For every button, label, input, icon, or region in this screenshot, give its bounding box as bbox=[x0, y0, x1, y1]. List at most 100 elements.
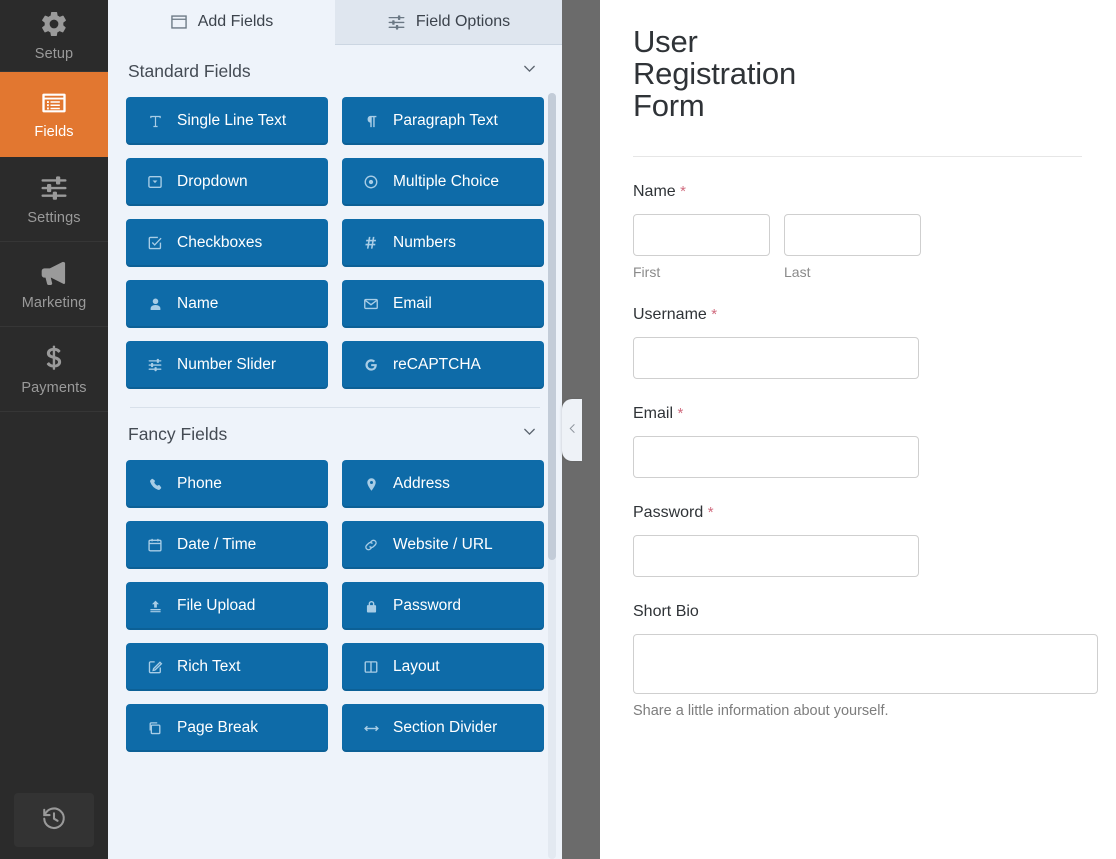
field-label: Email bbox=[393, 295, 432, 312]
required-marker: * bbox=[707, 503, 714, 521]
envelope-icon bbox=[362, 296, 380, 312]
field-button-page-break[interactable]: Page Break bbox=[126, 704, 328, 752]
short-bio-textarea[interactable] bbox=[633, 633, 1098, 694]
field-button-address[interactable]: Address bbox=[342, 460, 544, 508]
field-label: Section Divider bbox=[393, 719, 498, 736]
field-button-date-time[interactable]: Date / Time bbox=[126, 521, 328, 569]
section-header-standard-fields[interactable]: Standard Fields bbox=[126, 45, 544, 97]
sidebar-item-label: Fields bbox=[34, 123, 74, 140]
field-button-dropdown[interactable]: Dropdown bbox=[126, 158, 328, 206]
field-label: Rich Text bbox=[177, 658, 241, 675]
pencil-square-icon bbox=[146, 659, 164, 675]
field-label: Website / URL bbox=[393, 536, 493, 553]
hash-icon bbox=[362, 235, 380, 251]
field-button-name[interactable]: Name bbox=[126, 280, 328, 328]
field-label: Email * bbox=[633, 404, 684, 422]
chevron-left-icon bbox=[566, 422, 579, 439]
sidebar-item-setup[interactable]: Setup bbox=[0, 0, 108, 72]
section-title: Standard Fields bbox=[128, 60, 251, 81]
field-button-website-url[interactable]: Website / URL bbox=[342, 521, 544, 569]
lock-icon bbox=[362, 599, 380, 614]
field-label: Layout bbox=[393, 658, 440, 675]
field-button-single-line-text[interactable]: Single Line Text bbox=[126, 97, 328, 145]
field-button-phone[interactable]: Phone bbox=[126, 460, 328, 508]
sidebar-item-label: Settings bbox=[27, 209, 81, 226]
field-label: Date / Time bbox=[177, 536, 257, 553]
tab-field-options[interactable]: Field Options bbox=[335, 0, 562, 45]
required-marker: * bbox=[680, 182, 686, 200]
field-button-layout[interactable]: Layout bbox=[342, 643, 544, 691]
section-header-fancy-fields[interactable]: Fancy Fields bbox=[126, 408, 544, 460]
dollar-icon bbox=[39, 343, 69, 373]
pages-icon bbox=[146, 720, 164, 736]
field-button-rich-text[interactable]: Rich Text bbox=[126, 643, 328, 691]
field-label: Multiple Choice bbox=[393, 173, 499, 190]
sidebar-item-label: Marketing bbox=[21, 294, 87, 311]
sidebar-item-marketing[interactable]: Marketing bbox=[0, 242, 108, 327]
field-button-email[interactable]: Email bbox=[342, 280, 544, 328]
section-title: Fancy Fields bbox=[128, 423, 228, 444]
preview-field-username[interactable]: Username * bbox=[633, 280, 1082, 379]
panel-tabs: Add Fields Field Options bbox=[108, 0, 562, 45]
radio-icon bbox=[362, 174, 380, 190]
email-input[interactable] bbox=[633, 435, 919, 478]
pilcrow-icon bbox=[362, 114, 380, 129]
sidebar-item-label: Payments bbox=[21, 379, 87, 396]
tab-add-fields[interactable]: Add Fields bbox=[108, 0, 335, 45]
field-button-number-slider[interactable]: Number Slider bbox=[126, 341, 328, 389]
field-button-recaptcha[interactable]: reCAPTCHA bbox=[342, 341, 544, 389]
add-fields-icon bbox=[170, 13, 188, 31]
field-button-file-upload[interactable]: File Upload bbox=[126, 582, 328, 630]
field-label: Username * bbox=[633, 305, 718, 323]
field-button-password[interactable]: Password bbox=[342, 582, 544, 630]
sliders-icon bbox=[39, 173, 69, 203]
sidebar-item-payments[interactable]: Payments bbox=[0, 327, 108, 412]
fields-panel: Add Fields Field Options Standard Fields bbox=[108, 0, 562, 859]
field-button-multiple-choice[interactable]: Multiple Choice bbox=[342, 158, 544, 206]
field-label: Paragraph Text bbox=[393, 112, 498, 129]
columns-icon bbox=[362, 659, 380, 675]
field-label: Page Break bbox=[177, 719, 258, 736]
sidebar-item-settings[interactable]: Settings bbox=[0, 157, 108, 242]
password-input[interactable] bbox=[633, 534, 919, 577]
sidebar-item-label: Setup bbox=[34, 46, 74, 62]
sublabel-first: First bbox=[633, 263, 661, 280]
form-preview: User Registration Form Name * First Last bbox=[600, 0, 1116, 859]
field-label: Address bbox=[393, 475, 450, 492]
field-label: Name bbox=[177, 295, 219, 312]
fields-scroll-area: Standard Fields Single Line Text Paragra… bbox=[108, 45, 562, 859]
preview-field-password[interactable]: Password * bbox=[633, 478, 1082, 577]
panel-scrollbar-thumb[interactable] bbox=[548, 93, 556, 560]
sublabel-last: Last bbox=[784, 263, 811, 280]
revisions-button[interactable] bbox=[14, 793, 94, 847]
history-icon bbox=[41, 805, 67, 836]
username-input[interactable] bbox=[633, 336, 919, 379]
field-button-section-divider[interactable]: Section Divider bbox=[342, 704, 544, 752]
fancy-fields-grid: Phone Address Date / Time Website / URL … bbox=[126, 460, 544, 752]
link-icon bbox=[362, 537, 380, 553]
field-label: Numbers bbox=[393, 234, 456, 251]
calendar-icon bbox=[146, 537, 164, 553]
first-name-input[interactable] bbox=[633, 213, 770, 256]
field-button-numbers[interactable]: Numbers bbox=[342, 219, 544, 267]
field-label: Number Slider bbox=[177, 356, 277, 373]
field-label: Short Bio bbox=[633, 602, 699, 620]
preview-field-short-bio[interactable]: Short Bio Share a little information abo… bbox=[633, 577, 1098, 719]
preview-field-email[interactable]: Email * bbox=[633, 379, 1082, 478]
collapse-panel-button[interactable] bbox=[562, 399, 582, 461]
last-name-input[interactable] bbox=[784, 213, 921, 256]
field-label: Password * bbox=[633, 503, 714, 521]
field-button-checkboxes[interactable]: Checkboxes bbox=[126, 219, 328, 267]
tab-label: Add Fields bbox=[197, 13, 274, 30]
field-button-paragraph-text[interactable]: Paragraph Text bbox=[342, 97, 544, 145]
text-cursor-icon bbox=[146, 114, 164, 129]
preview-field-name[interactable]: Name * First Last bbox=[633, 157, 1082, 280]
field-label: Dropdown bbox=[177, 173, 248, 190]
field-label: File Upload bbox=[177, 597, 256, 614]
chevron-down-icon[interactable] bbox=[521, 423, 538, 445]
chevron-down-icon[interactable] bbox=[521, 60, 538, 82]
slider-icon bbox=[146, 357, 164, 373]
sidebar-item-fields[interactable]: Fields bbox=[0, 72, 108, 157]
field-label: Checkboxes bbox=[177, 234, 263, 251]
